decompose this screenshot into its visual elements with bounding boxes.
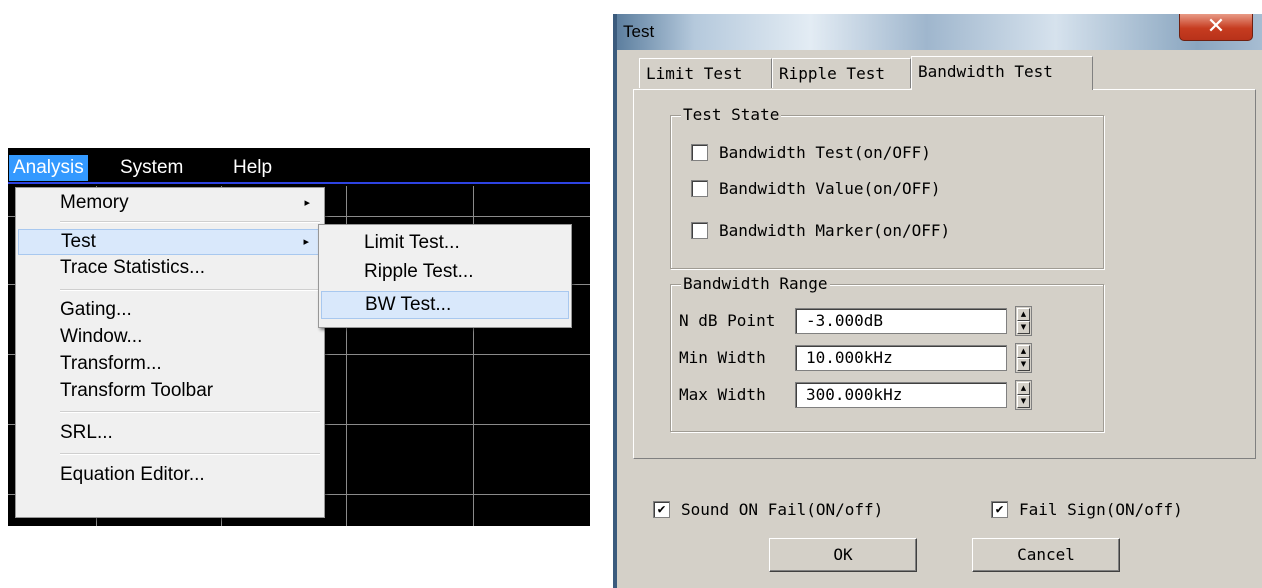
checkbox-label: Bandwidth Marker(on/OFF) (719, 221, 951, 240)
menu-item-transform-toolbar[interactable]: Transform Toolbar (18, 378, 322, 404)
menu-system[interactable]: System (120, 155, 183, 181)
checkbox-label: Fail Sign(ON/off) (1019, 500, 1183, 519)
checkbox-box[interactable] (691, 180, 708, 197)
dialog-titlebar[interactable]: Test ✕ (617, 14, 1262, 50)
max-width-label: Max Width (679, 385, 766, 404)
menu-separator (60, 289, 320, 291)
spin-up-icon[interactable]: ▲ (1017, 382, 1030, 395)
menu-analysis[interactable]: Analysis (9, 155, 88, 181)
menu-item-trace-statistics[interactable]: Trace Statistics... (18, 255, 322, 281)
menubar: Analysis System Help (8, 151, 590, 184)
min-width-label: Min Width (679, 348, 766, 367)
tab-bandwidth-test[interactable]: Bandwidth Test (911, 56, 1093, 90)
n-db-point-label: N dB Point (679, 311, 776, 330)
test-state-title: Test State (681, 105, 782, 125)
submenu-arrow-icon: ▸ (303, 236, 309, 248)
min-width-spinner[interactable]: ▲ ▼ (1015, 343, 1032, 373)
n-db-point-spinner[interactable]: ▲ ▼ (1015, 306, 1032, 336)
close-button[interactable]: ✕ (1179, 14, 1253, 41)
checkbox-box[interactable]: ✔ (653, 501, 670, 518)
cancel-button[interactable]: Cancel (972, 538, 1120, 572)
checkbox-label: Sound ON Fail(ON/off) (681, 500, 884, 519)
spin-down-icon[interactable]: ▼ (1017, 395, 1030, 408)
checkbox-box[interactable]: ✔ (991, 501, 1008, 518)
submenu-item-limit-test[interactable]: Limit Test... (321, 229, 569, 257)
max-width-spinner[interactable]: ▲ ▼ (1015, 380, 1032, 410)
menu-item-srl[interactable]: SRL... (18, 420, 322, 446)
menu-item-window[interactable]: Window... (18, 324, 322, 350)
ok-button[interactable]: OK (769, 538, 917, 572)
analysis-dropdown-menu: Memory ▸ Test ▸ Trace Statistics... Gati… (15, 187, 325, 518)
close-icon: ✕ (1206, 14, 1226, 39)
menu-item-label: Test (61, 231, 96, 252)
spin-down-icon[interactable]: ▼ (1017, 358, 1030, 371)
menu-item-test[interactable]: Test ▸ (18, 229, 322, 255)
checkbox-box[interactable] (691, 222, 708, 239)
menu-separator (60, 221, 320, 223)
check-icon: ✔ (657, 502, 666, 517)
spin-up-icon[interactable]: ▲ (1017, 345, 1030, 358)
checkbox-label: Bandwidth Test(on/OFF) (719, 143, 931, 162)
spin-up-icon[interactable]: ▲ (1017, 308, 1030, 321)
test-submenu: Limit Test... Ripple Test... BW Test... (318, 224, 572, 328)
spin-down-icon[interactable]: ▼ (1017, 321, 1030, 334)
menu-separator (60, 411, 320, 413)
check-icon: ✔ (995, 502, 1004, 517)
menu-help[interactable]: Help (233, 155, 272, 181)
tab-limit-test[interactable]: Limit Test (639, 58, 772, 88)
submenu-item-ripple-test[interactable]: Ripple Test... (321, 258, 569, 286)
checkbox-box[interactable] (691, 144, 708, 161)
submenu-item-bw-test[interactable]: BW Test... (321, 291, 569, 319)
menu-item-label: Memory (60, 192, 129, 213)
menu-item-transform[interactable]: Transform... (18, 351, 322, 377)
test-dialog: Test ✕ Limit Test Ripple Test Bandwidth … (613, 14, 1262, 588)
max-width-field[interactable]: 300.000kHz (795, 382, 1007, 408)
bandwidth-range-title: Bandwidth Range (681, 274, 830, 294)
menu-item-equation-editor[interactable]: Equation Editor... (18, 462, 322, 488)
menu-item-memory[interactable]: Memory ▸ (18, 190, 322, 216)
checkbox-label: Bandwidth Value(on/OFF) (719, 179, 941, 198)
n-db-point-field[interactable]: -3.000dB (795, 308, 1007, 334)
tab-ripple-test[interactable]: Ripple Test (772, 58, 911, 88)
menu-item-gating[interactable]: Gating... (18, 297, 322, 323)
min-width-field[interactable]: 10.000kHz (795, 345, 1007, 371)
submenu-arrow-icon: ▸ (304, 197, 310, 209)
menu-separator (60, 453, 320, 455)
dialog-title: Test (623, 22, 655, 41)
bandwidth-test-panel: Test State Bandwidth Test(on/OFF) Bandwi… (633, 89, 1256, 459)
bandwidth-range-group: Bandwidth Range N dB Point -3.000dB ▲ ▼ … (670, 274, 1104, 432)
test-state-group: Test State Bandwidth Test(on/OFF) Bandwi… (670, 105, 1104, 269)
